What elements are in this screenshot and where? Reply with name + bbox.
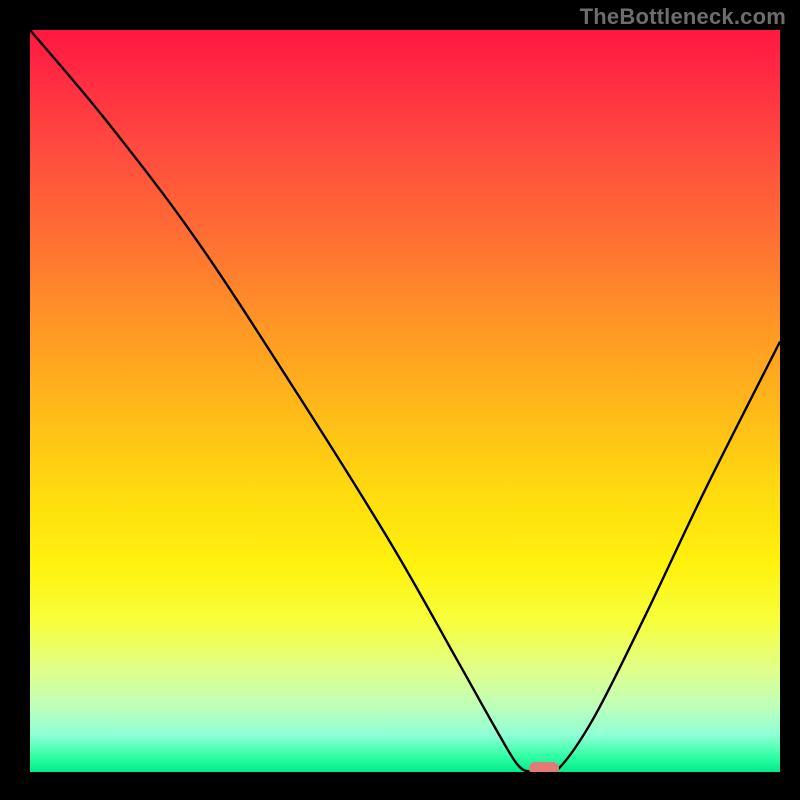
bottleneck-curve xyxy=(30,30,780,772)
optimal-point-marker xyxy=(529,762,559,772)
plot-area xyxy=(30,30,780,772)
attribution-text: TheBottleneck.com xyxy=(580,4,786,30)
curve-path xyxy=(30,30,780,772)
chart-frame: TheBottleneck.com xyxy=(0,0,800,800)
